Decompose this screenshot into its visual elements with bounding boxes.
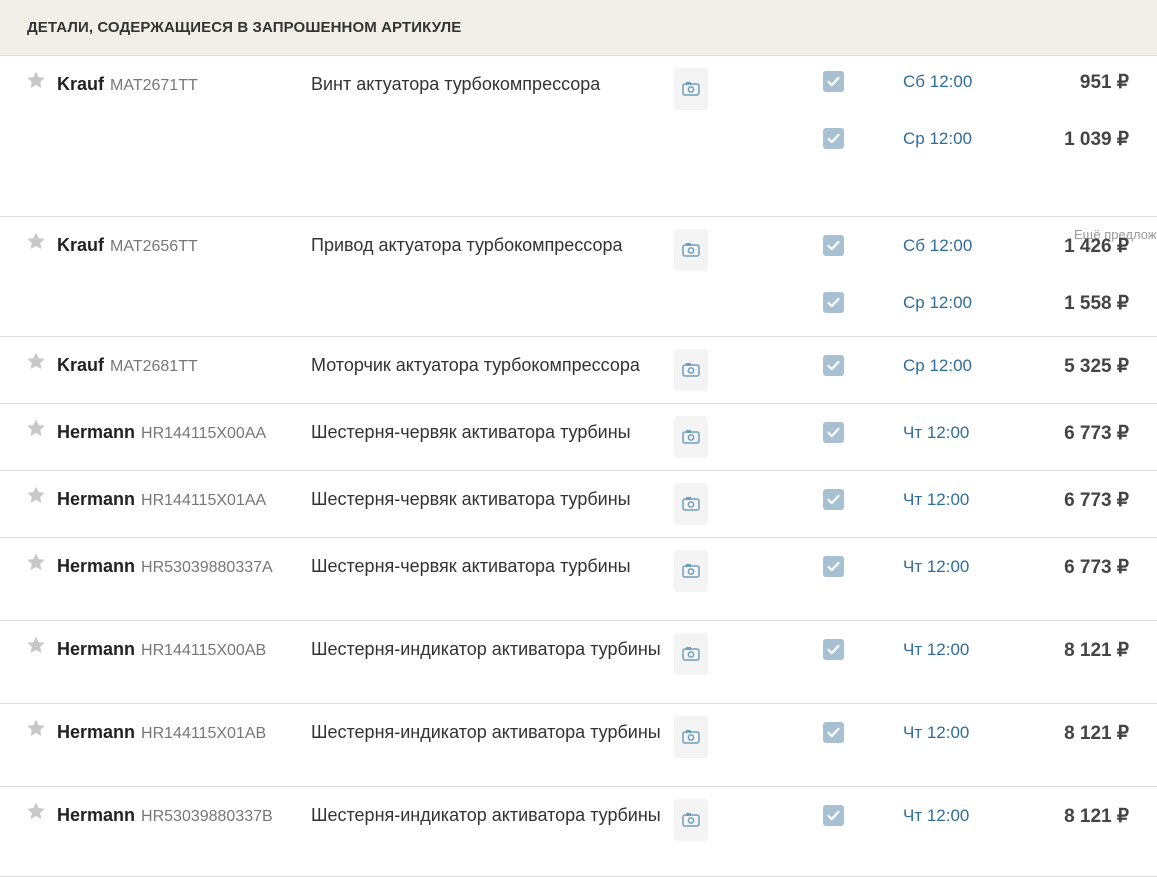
offer-price: 1 426 ₽ bbox=[1064, 236, 1129, 257]
offer-price: 1 039 ₽ bbox=[1064, 129, 1129, 150]
offer-price: 6 773 ₽ bbox=[1064, 557, 1129, 578]
delivery-time[interactable]: Ср 12:00 bbox=[903, 356, 972, 376]
offer-checkbox[interactable] bbox=[823, 71, 844, 92]
delivery-time[interactable]: Чт 12:00 bbox=[903, 806, 969, 826]
part-row: Hermann HR144115X01AB Шестерня-индикатор … bbox=[0, 704, 1157, 787]
offer-price: 8 121 ₽ bbox=[1064, 723, 1129, 744]
offer-checkbox[interactable] bbox=[823, 489, 844, 510]
offer-line: Сб 12:00 1 426 ₽ bbox=[0, 235, 1157, 265]
offer-checkbox[interactable] bbox=[823, 639, 844, 660]
offer-price: 5 325 ₽ bbox=[1064, 356, 1129, 377]
offer-line: Чт 12:00 6 773 ₽ bbox=[0, 422, 1157, 452]
delivery-time[interactable]: Ср 12:00 bbox=[903, 293, 972, 313]
delivery-time[interactable]: Чт 12:00 bbox=[903, 490, 969, 510]
offer-checkbox[interactable] bbox=[823, 292, 844, 313]
delivery-time[interactable]: Чт 12:00 bbox=[903, 723, 969, 743]
offer-price: 1 558 ₽ bbox=[1064, 293, 1129, 314]
offer-line: Ср 12:00 1 039 ₽ bbox=[0, 128, 1157, 158]
offer-checkbox[interactable] bbox=[823, 235, 844, 256]
offer-line: Чт 12:00 8 121 ₽ bbox=[0, 722, 1157, 752]
delivery-time[interactable]: Чт 12:00 bbox=[903, 640, 969, 660]
offer-checkbox[interactable] bbox=[823, 355, 844, 376]
part-row: Krauf MAT2681TT Моторчик актуатора турбок… bbox=[0, 337, 1157, 404]
part-row: Hermann HR53039880337A Шестерня-червяк ак… bbox=[0, 538, 1157, 621]
offer-line: Чт 12:00 6 773 ₽ bbox=[0, 489, 1157, 519]
offer-line: Чт 12:00 8 121 ₽ bbox=[0, 639, 1157, 669]
delivery-time[interactable]: Чт 12:00 bbox=[903, 557, 969, 577]
offer-price: 951 ₽ bbox=[1079, 72, 1129, 93]
delivery-time[interactable]: Сб 12:00 bbox=[903, 236, 972, 256]
part-row: Krauf MAT2656TT Привод актуатора турбоком… bbox=[0, 217, 1157, 337]
delivery-time[interactable]: Сб 12:00 bbox=[903, 72, 972, 92]
offer-checkbox[interactable] bbox=[823, 556, 844, 577]
part-row: Hermann HR144115X00AB Шестерня-индикатор … bbox=[0, 621, 1157, 704]
part-row: Krauf MAT2671TT Винт актуатора турбокомпр… bbox=[0, 56, 1157, 242]
delivery-time[interactable]: Ср 12:00 bbox=[903, 129, 972, 149]
parts-list: Krauf MAT2671TT Винт актуатора турбокомпр… bbox=[0, 56, 1157, 877]
offer-checkbox[interactable] bbox=[823, 805, 844, 826]
part-row: Hermann HR144115X00AA Шестерня-червяк акт… bbox=[0, 404, 1157, 471]
offer-line: Чт 12:00 8 121 ₽ bbox=[0, 805, 1157, 835]
offer-price: 6 773 ₽ bbox=[1064, 423, 1129, 444]
offer-checkbox[interactable] bbox=[823, 722, 844, 743]
offer-line: Чт 12:00 6 773 ₽ bbox=[0, 556, 1157, 586]
offer-line: Сб 12:00 951 ₽ bbox=[0, 71, 1157, 101]
part-row: Hermann HR144115X01AA Шестерня-червяк акт… bbox=[0, 471, 1157, 538]
offer-checkbox[interactable] bbox=[823, 422, 844, 443]
offer-line: Ср 12:00 5 325 ₽ bbox=[0, 355, 1157, 385]
delivery-time[interactable]: Чт 12:00 bbox=[903, 423, 969, 443]
offer-price: 8 121 ₽ bbox=[1064, 640, 1129, 661]
offer-line: Ср 12:00 1 558 ₽ bbox=[0, 292, 1157, 322]
offer-price: 6 773 ₽ bbox=[1064, 490, 1129, 511]
section-title: ДЕТАЛИ, СОДЕРЖАЩИЕСЯ В ЗАПРОШЕННОМ АРТИК… bbox=[27, 19, 462, 36]
section-header: ДЕТАЛИ, СОДЕРЖАЩИЕСЯ В ЗАПРОШЕННОМ АРТИК… bbox=[0, 0, 1157, 56]
offer-checkbox[interactable] bbox=[823, 128, 844, 149]
offer-price: 8 121 ₽ bbox=[1064, 806, 1129, 827]
